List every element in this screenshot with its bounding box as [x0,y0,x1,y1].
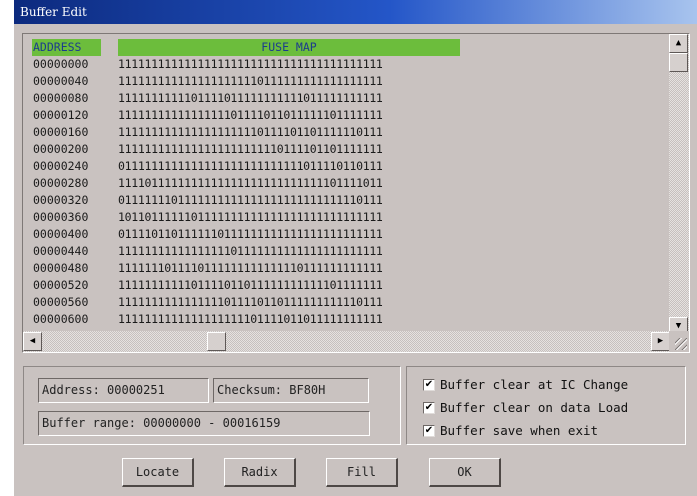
buffer-edit-window: Buffer Edit ADDRESS FUSE MAP 00000000 111… [14,0,697,496]
row-fuse-bits[interactable]: 0111101101111110111111111111111111111111 [118,226,383,243]
table-row[interactable]: 00000360 10110111111011111111111111111111… [23,209,670,226]
table-row[interactable]: 00000480 11111110111101111111111111101111… [23,260,670,277]
checksum-display: Checksum: BF80H [213,378,369,403]
buffer-clear-data-load-checkbox[interactable]: ✔ Buffer clear on data Load [423,398,628,418]
row-address: 00000200 [33,142,89,156]
row-address: 00000120 [33,108,89,122]
row-address: 00000080 [33,91,89,105]
row-fuse-bits[interactable]: 1111111111111111111110111111111111111111 [118,73,383,90]
row-address: 00000560 [33,295,89,309]
fuse-map-column-header: FUSE MAP [118,39,460,56]
buffer-options-panel: ✔ Buffer clear at IC Change ✔ Buffer cle… [406,366,686,445]
row-address: 00000040 [33,74,89,88]
vertical-scrollbar[interactable]: ▲ ▼ [669,34,689,336]
checkmark-icon[interactable]: ✔ [423,379,435,391]
vertical-scroll-thumb[interactable] [669,53,688,72]
window-title: Buffer Edit [14,0,697,24]
row-address: 00000520 [33,278,89,292]
table-row[interactable]: 00000120 11111111111111111011110110111111… [23,107,670,124]
horizontal-scroll-thumb[interactable] [207,332,227,351]
row-fuse-bits[interactable]: 1111111011110111111111111110111111111111 [118,260,383,277]
table-row[interactable]: 00000200 11111111111111111111111101111011… [23,141,670,158]
row-address: 00000280 [33,176,89,190]
table-row[interactable]: 00000560 11111111111111110111101101111111… [23,294,670,311]
checkmark-icon[interactable]: ✔ [423,425,435,437]
row-address: 00000000 [33,57,89,71]
row-fuse-bits[interactable]: 1111111111111111011110110111111111110111 [118,294,383,311]
table-row[interactable]: 00000520 11111111111011110110111111111111… [23,277,670,294]
row-address: 00000160 [33,125,89,139]
row-fuse-bits[interactable]: 1011011111101111111111111111111111111111 [118,209,383,226]
buffer-info-panel: Address: 00000251 Checksum: BF80H Buffer… [23,366,401,445]
scroll-right-arrow-icon[interactable]: ▶ [651,332,670,351]
table-row[interactable]: 00000240 01111111111111111111111111110111… [23,158,670,175]
table-row[interactable]: 00000440 11111111111111111011111111111111… [23,243,670,260]
row-address: 00000440 [33,244,89,258]
row-fuse-bits[interactable]: 1111111111111111111101111011011111111111 [118,311,383,328]
row-fuse-bits[interactable]: 1111111111111111111111110111101101111111 [118,141,383,158]
table-row[interactable]: 00000160 11111111111111111111101111011011… [23,124,670,141]
row-address: 00000320 [33,193,89,207]
ok-button[interactable]: OK [429,458,501,487]
row-fuse-bits[interactable]: 1111111111111111111110111101101111110111 [118,124,383,141]
checkmark-icon[interactable]: ✔ [423,402,435,414]
row-address: 00000400 [33,227,89,241]
table-row[interactable]: 00000400 01111011011111101111111111111111… [23,226,670,243]
table-row[interactable]: 00000080 11111111111011110111111111110111… [23,90,670,107]
resize-grip-icon[interactable] [669,331,689,352]
row-address: 00000600 [33,312,89,326]
table-row[interactable]: 00000600 11111111111111111111011110110111… [23,311,670,328]
row-address: 00000240 [33,159,89,173]
row-fuse-bits[interactable]: 1111111111111111101111011011111101111111 [118,107,383,124]
row-fuse-bits[interactable]: 1111111111111111111111111111111111111111 [118,56,383,73]
checkbox-label: Buffer clear on data Load [440,400,629,415]
horizontal-scrollbar[interactable]: ◀ ▶ [23,331,670,352]
row-fuse-bits[interactable]: 1111111111111111101111111111111111111111 [118,243,383,260]
row-fuse-bits[interactable]: 1111111111101111011011111111111101111111 [118,277,383,294]
row-fuse-bits[interactable]: 0111111111111111111111111111011110110111 [118,158,383,175]
scroll-left-arrow-icon[interactable]: ◀ [23,332,42,351]
fill-button[interactable]: Fill [326,458,398,487]
table-row[interactable]: 00000040 11111111111111111111101111111111… [23,73,670,90]
address-column-header: ADDRESS [32,39,101,56]
row-fuse-bits[interactable]: 1111011111111111111111111111111101111011 [118,175,383,192]
checkbox-label: Buffer save when exit [440,423,599,438]
fuse-map-grid[interactable]: ADDRESS FUSE MAP 00000000 111111111111111… [23,34,670,330]
row-address: 00000480 [33,261,89,275]
table-row[interactable]: 00000320 01111111011111111111111111111111… [23,192,670,209]
address-display: Address: 00000251 [38,378,209,403]
radix-button[interactable]: Radix [224,458,296,487]
locate-button[interactable]: Locate [122,458,194,487]
row-address: 00000360 [33,210,89,224]
row-fuse-bits[interactable]: 0111111101111111111111111111111111110111 [118,192,383,209]
table-row[interactable]: 00000000 11111111111111111111111111111111… [23,56,670,73]
checkbox-label: Buffer clear at IC Change [440,377,629,392]
row-fuse-bits[interactable]: 1111111111101111011111111111011111111111 [118,90,383,107]
buffer-clear-ic-change-checkbox[interactable]: ✔ Buffer clear at IC Change [423,375,628,395]
table-row[interactable]: 00000280 11110111111111111111111111111111… [23,175,670,192]
scroll-up-arrow-icon[interactable]: ▲ [669,34,688,53]
buffer-range-display: Buffer range: 00000000 - 00016159 [38,411,370,436]
fuse-map-editor[interactable]: ADDRESS FUSE MAP 00000000 111111111111111… [22,33,690,353]
buffer-save-exit-checkbox[interactable]: ✔ Buffer save when exit [423,421,598,441]
